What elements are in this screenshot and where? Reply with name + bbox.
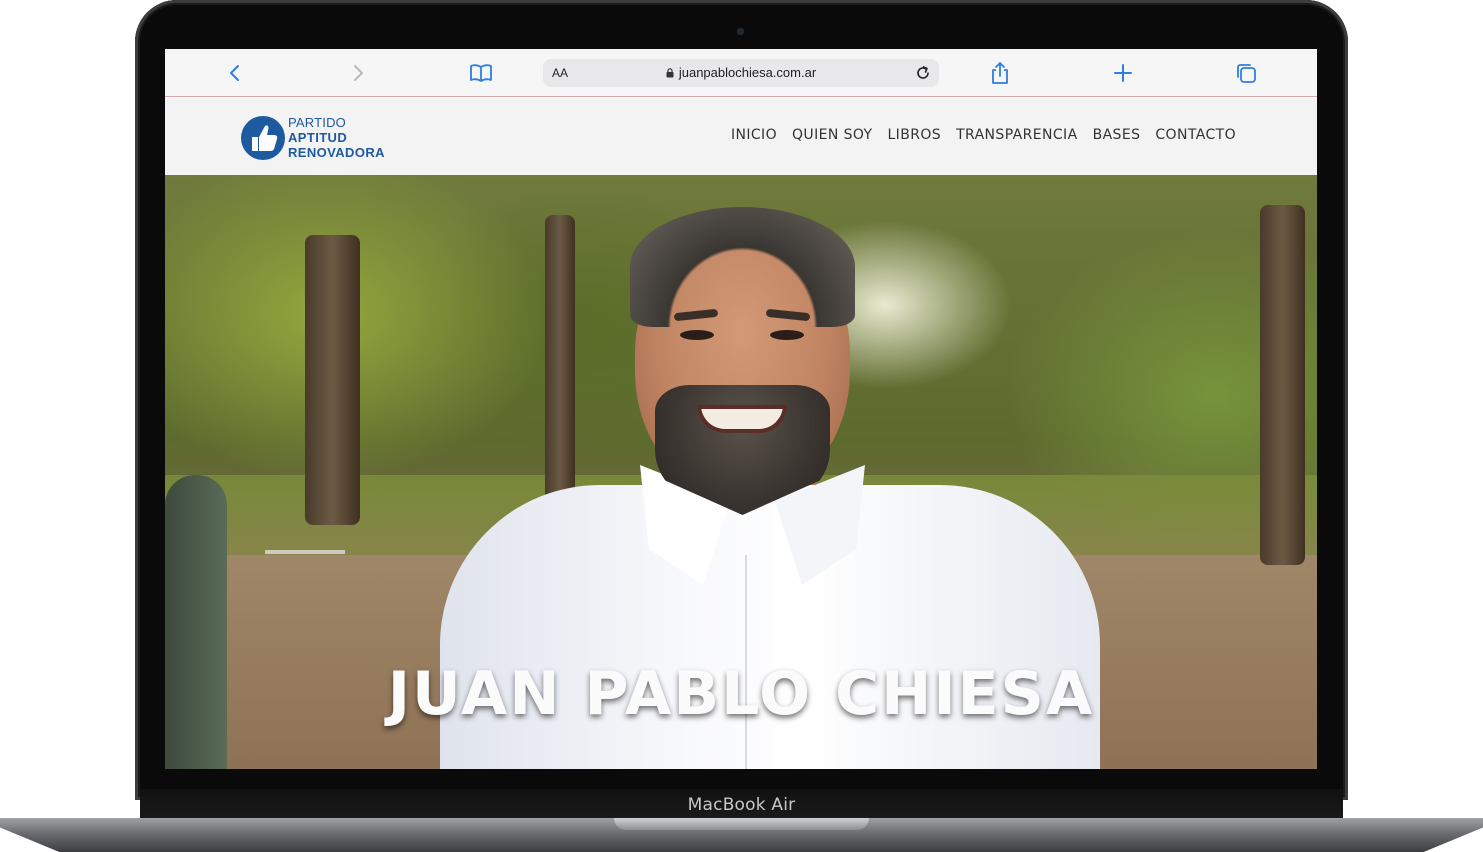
new-tab-icon[interactable]: [1111, 61, 1135, 85]
nav-bases[interactable]: BASES: [1093, 127, 1141, 143]
nav-inicio[interactable]: INICIO: [731, 127, 777, 143]
hero-title: JUAN PABLO CHIESA: [387, 659, 1095, 729]
main-nav: INICIO QUIEN SOY LIBROS TRANSPARENCIA BA…: [731, 127, 1236, 143]
thumbs-up-logo-icon: [241, 116, 285, 160]
share-icon[interactable]: [988, 61, 1012, 85]
back-icon[interactable]: [223, 61, 247, 85]
screen: AA juanpablochiesa.com.ar PARTIDO APTITU…: [165, 49, 1317, 769]
lock-icon: [666, 68, 674, 78]
forward-icon[interactable]: [346, 61, 370, 85]
logo-wordmark: PARTIDO APTITUD RENOVADORA: [288, 115, 385, 160]
nav-libros[interactable]: LIBROS: [887, 127, 941, 143]
hero-bg-tree: [1260, 205, 1305, 565]
url-display[interactable]: juanpablochiesa.com.ar: [543, 65, 939, 80]
hero-bg-tree: [305, 235, 360, 525]
logo-line-renovadora: RENOVADORA: [288, 145, 385, 160]
nav-transparencia[interactable]: TRANSPARENCIA: [956, 127, 1078, 143]
logo-line-partido: PARTIDO: [288, 115, 346, 130]
reload-icon[interactable]: [913, 63, 933, 83]
site-header: PARTIDO APTITUD RENOVADORA INICIO QUIEN …: [165, 98, 1317, 175]
site-logo[interactable]: PARTIDO APTITUD RENOVADORA: [240, 113, 390, 163]
hero-bg-bench: [265, 550, 345, 576]
url-text: juanpablochiesa.com.ar: [678, 65, 817, 80]
camera-icon: [737, 28, 744, 35]
device-label: MacBook Air: [140, 789, 1343, 821]
browser-toolbar: AA juanpablochiesa.com.ar: [165, 49, 1317, 97]
nav-quien-soy[interactable]: QUIEN SOY: [792, 127, 872, 143]
address-bar[interactable]: AA juanpablochiesa.com.ar: [543, 59, 939, 87]
bookmarks-icon[interactable]: [469, 61, 493, 85]
nav-contacto[interactable]: CONTACTO: [1155, 127, 1236, 143]
tabs-icon[interactable]: [1234, 61, 1258, 85]
hero-banner: JUAN PABLO CHIESA: [165, 175, 1317, 769]
logo-line-aptitud: APTITUD: [288, 130, 348, 145]
laptop-notch: [614, 818, 869, 830]
